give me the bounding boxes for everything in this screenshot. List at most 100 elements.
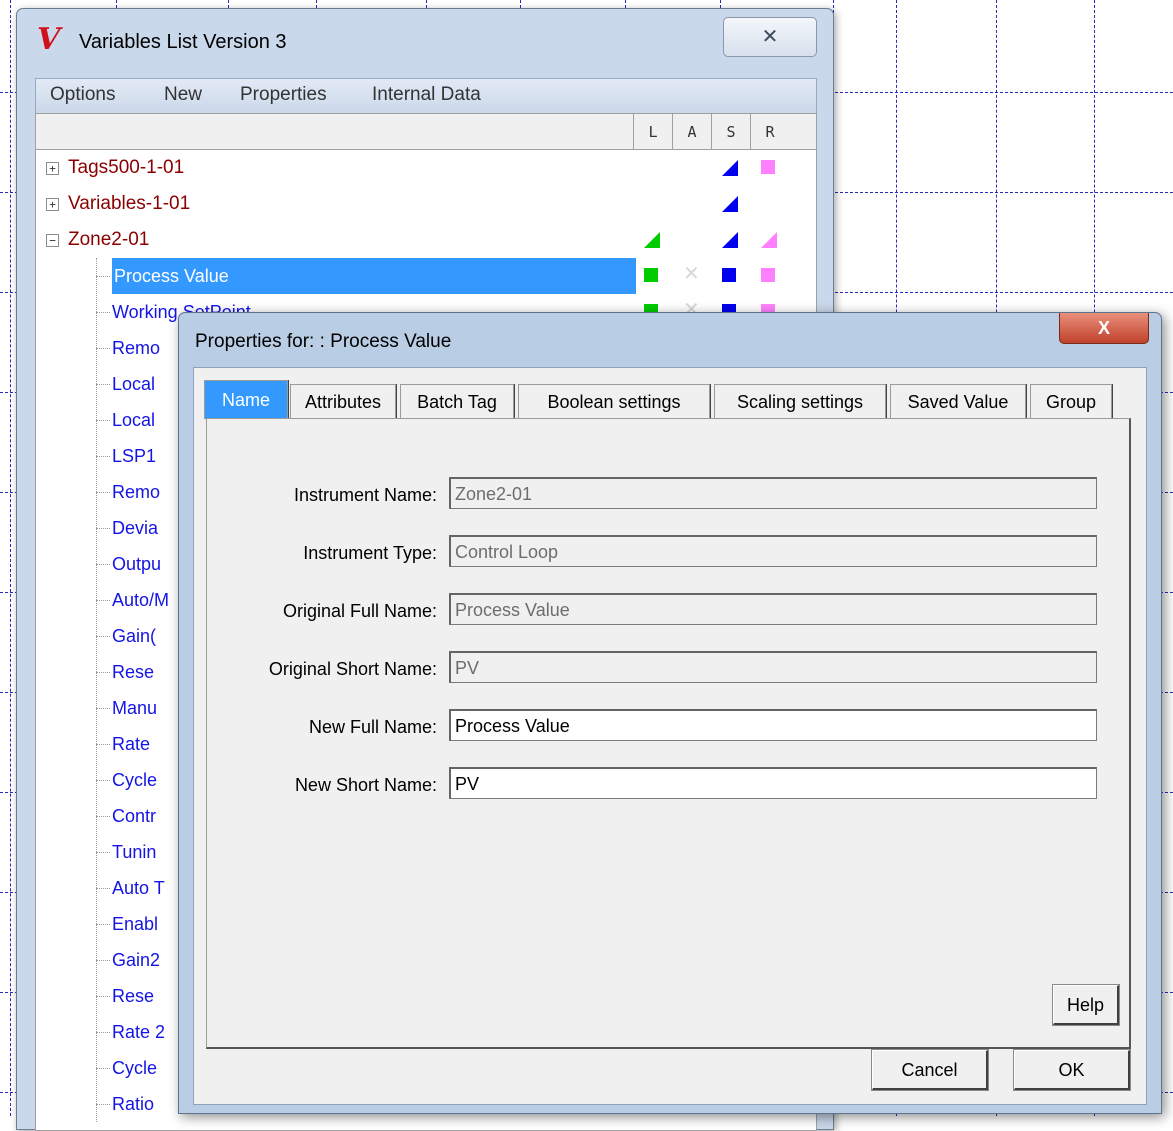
column-a[interactable]: A (672, 114, 711, 150)
menu-options[interactable]: Options (50, 84, 115, 106)
tree-item[interactable]: Gain( (112, 618, 156, 654)
group-label: Zone2-01 (68, 229, 150, 250)
tree-item[interactable]: Rese (112, 978, 154, 1014)
shared-partial-icon (722, 232, 738, 248)
tree-item[interactable]: Enabl (112, 906, 158, 942)
tree-guide-line (96, 960, 110, 961)
expand-icon[interactable]: + (46, 162, 59, 175)
instrument-type-label: Instrument Type: (303, 543, 437, 563)
tree-guide-line (96, 276, 110, 277)
logged-status-icon (644, 268, 658, 282)
menu-internal-data[interactable]: Internal Data (372, 84, 481, 106)
tree-item[interactable]: Process Value (112, 258, 636, 294)
retentive-status-icon (761, 160, 775, 174)
app-logo-icon: V (37, 22, 61, 57)
tree-item[interactable]: Local (112, 402, 155, 438)
instrument-type-field: Control Loop (449, 535, 1097, 567)
tree-guide-line (96, 348, 110, 349)
tree-item[interactable]: Manu (112, 690, 157, 726)
tab-batch-tag[interactable]: Batch Tag (400, 384, 514, 419)
tab-scaling-settings[interactable]: Scaling settings (714, 384, 886, 419)
shared-status-icon (722, 268, 736, 282)
grid-vertical-line (10, 0, 11, 1116)
tree-item[interactable]: Rate 2 (112, 1014, 165, 1050)
original-full-name-field: Process Value (449, 593, 1097, 625)
tree-guide-line (96, 528, 110, 529)
tab-saved-value[interactable]: Saved Value (890, 384, 1026, 419)
tab-name[interactable]: Name (204, 380, 288, 419)
tab-boolean-settings[interactable]: Boolean settings (518, 384, 710, 419)
new-short-name-label: New Short Name: (294, 775, 437, 795)
logged-partial-icon (644, 232, 660, 248)
menu-bar: Options New Properties Internal Data (35, 78, 817, 114)
tab-attributes[interactable]: Attributes (290, 384, 396, 419)
tree-item[interactable]: Devia (112, 510, 158, 546)
tree-guide-line (96, 564, 110, 565)
cancel-button[interactable]: Cancel (871, 1049, 989, 1091)
tree-item[interactable]: Cycle (112, 1050, 157, 1086)
not-applicable-icon: ✕ (683, 263, 700, 285)
tree-guide-line (96, 672, 110, 673)
group-label: Variables-1-01 (68, 193, 191, 214)
tree-item[interactable]: Rese (112, 654, 154, 690)
menu-new[interactable]: New (164, 84, 202, 106)
expand-icon[interactable]: + (46, 198, 59, 211)
dialog-title: Properties for: : Process Value (195, 331, 452, 352)
group-label: Tags500-1-01 (68, 157, 185, 178)
tree-item[interactable]: Local (112, 366, 155, 402)
original-short-name-field: PV (449, 651, 1097, 683)
ok-button[interactable]: OK (1013, 1049, 1131, 1091)
tree-item[interactable]: Contr (112, 798, 156, 834)
tree-group-zone2[interactable]: − Zone2-01 (36, 222, 634, 258)
dialog-close-button[interactable]: X (1059, 313, 1149, 344)
name-tab-panel: Instrument Name: Zone2-01 Instrument Typ… (206, 418, 1131, 1049)
tree-item[interactable]: Gain2 (112, 942, 160, 978)
tree-guide-line (96, 420, 110, 421)
tree-guide-line (96, 312, 110, 313)
tree-item[interactable]: Remo (112, 330, 160, 366)
new-short-name-field[interactable]: PV (449, 767, 1097, 799)
tree-item[interactable]: Outpu (112, 546, 161, 582)
tree-guide-line (96, 780, 110, 781)
shared-partial-icon (722, 196, 738, 212)
tree-item[interactable]: Ratio (112, 1086, 154, 1122)
original-short-name-label: Original Short Name: (268, 659, 437, 679)
new-full-name-field[interactable]: Process Value (449, 709, 1097, 741)
column-l[interactable]: L (633, 114, 672, 150)
tree-item[interactable]: Cycle (112, 762, 157, 798)
instrument-name-field: Zone2-01 (449, 477, 1097, 509)
instrument-name-label: Instrument Name: (293, 485, 437, 505)
tree-item[interactable]: Rate (112, 726, 150, 762)
close-button[interactable]: ✕ (723, 17, 817, 57)
original-full-name-label: Original Full Name: (282, 601, 437, 621)
retentive-status-icon (761, 268, 775, 282)
tree-guide-line (96, 708, 110, 709)
tree-group-tags500[interactable]: + Tags500-1-01 (36, 150, 634, 186)
tree-item[interactable]: LSP1 (112, 438, 156, 474)
tree-guide-line (96, 1032, 110, 1033)
tree-guide-line (96, 816, 110, 817)
column-header: L A S R (35, 113, 817, 151)
column-r[interactable]: R (750, 114, 789, 150)
tree-item[interactable]: Remo (112, 474, 160, 510)
tree-guide-line (96, 1104, 110, 1105)
tree-guide-line (96, 636, 110, 637)
collapse-icon[interactable]: − (46, 234, 59, 247)
tree-guide-line (96, 924, 110, 925)
menu-properties[interactable]: Properties (240, 84, 327, 106)
properties-dialog: Properties for: : Process Value X Name A… (178, 312, 1162, 1114)
tab-group[interactable]: Group (1030, 384, 1112, 419)
tree-group-variables[interactable]: + Variables-1-01 (36, 186, 634, 222)
new-full-name-label: New Full Name: (308, 717, 437, 737)
tree-item[interactable]: Auto T (112, 870, 165, 906)
tree-guide-line (96, 600, 110, 601)
scroll-up-icon[interactable]: ▲ (814, 164, 816, 178)
tree-guide-line (96, 258, 97, 1122)
shared-partial-icon (722, 160, 738, 176)
tree-guide-line (96, 492, 110, 493)
column-s[interactable]: S (711, 114, 750, 150)
tree-item[interactable]: Tunin (112, 834, 156, 870)
window-title: Variables List Version 3 (79, 31, 287, 53)
tree-item[interactable]: Auto/M (112, 582, 169, 618)
help-button[interactable]: Help (1052, 984, 1120, 1026)
